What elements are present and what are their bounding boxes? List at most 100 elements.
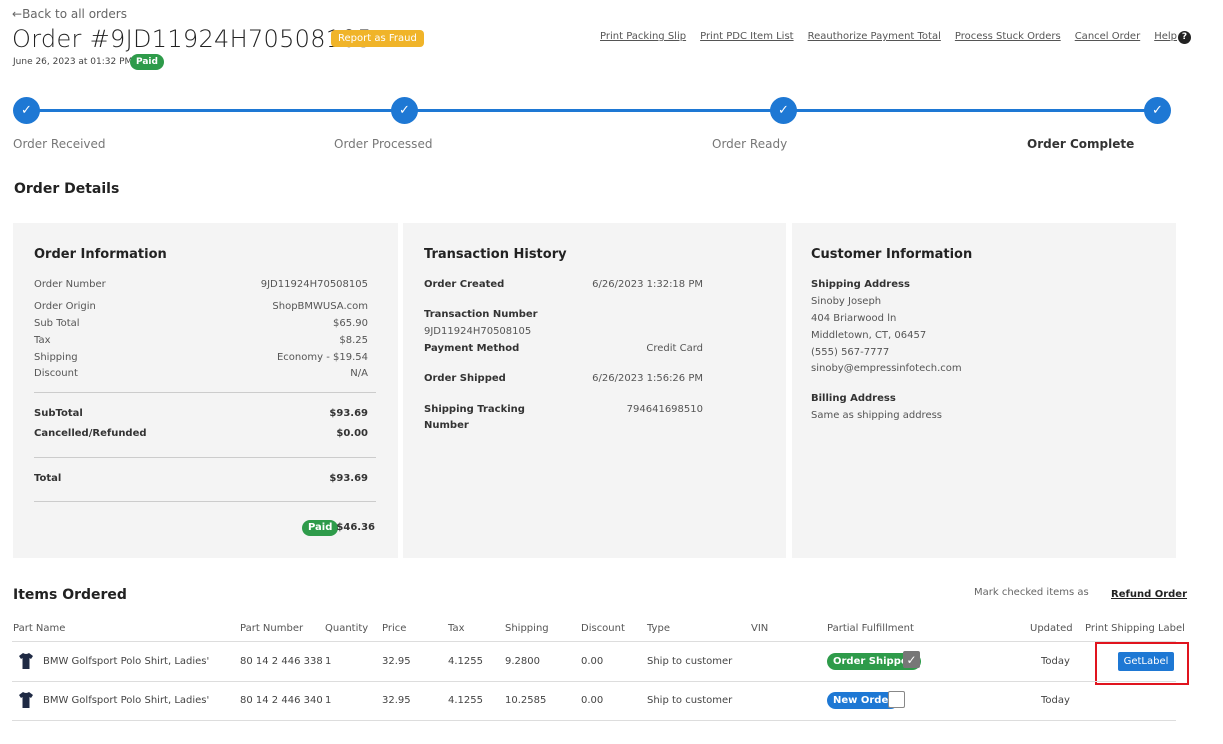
customer-street: 404 Briarwood ln (811, 313, 897, 324)
help-icon[interactable]: ? (1178, 31, 1191, 44)
tracking-number-value: 794641698510 (626, 404, 703, 415)
column-header: Updated (1030, 623, 1073, 634)
column-header: Partial Fulfillment (827, 623, 914, 634)
order-shipped-value: 6/26/2023 1:56:26 PM (592, 373, 703, 384)
order-shipped-label: Order Shipped (424, 373, 506, 384)
cancelled-label: Cancelled/Refunded (34, 428, 147, 439)
discount-value: N/A (350, 368, 368, 379)
subtotal-label: SubTotal (34, 408, 83, 419)
process-stuck-orders-link[interactable]: Process Stuck Orders (955, 31, 1061, 42)
divider (12, 641, 1176, 642)
payment-method-value: Credit Card (646, 343, 703, 354)
items-ordered-heading: Items Ordered (13, 587, 127, 603)
column-header: Price (382, 623, 407, 634)
column-header: Quantity (325, 623, 369, 634)
customer-city: Middletown, CT, 06457 (811, 330, 927, 341)
check-icon: ✓ (770, 97, 797, 124)
mark-items-text: Mark checked items as (974, 587, 1089, 598)
payment-method-label: Payment Method (424, 343, 520, 354)
panel-title: Transaction History (424, 247, 567, 262)
transaction-number-label: Transaction Number (424, 309, 538, 320)
subtotal-value: $93.69 (329, 408, 368, 419)
order-information-panel: Order Information Order Number 9JD11924H… (13, 223, 398, 558)
part-name: BMW Golfsport Polo Shirt, Ladies' (43, 656, 210, 667)
check-icon: ✓ (391, 97, 418, 124)
discount: 0.00 (581, 656, 604, 667)
step-order-received: Order Received (13, 137, 106, 151)
tax: 4.1255 (448, 695, 483, 706)
divider (12, 720, 1176, 721)
shipping-label: Shipping (34, 352, 78, 363)
column-header: VIN (751, 623, 769, 634)
quantity: 1 (325, 695, 332, 706)
price: 32.95 (382, 695, 411, 706)
shirt-icon (19, 653, 33, 669)
divider (34, 392, 376, 393)
type: Ship to customer (647, 695, 733, 706)
step-order-processed: Order Processed (334, 137, 433, 151)
order-created-label: Order Created (424, 279, 505, 290)
divider (34, 457, 376, 458)
tracking-label: Shipping Tracking (424, 404, 525, 415)
cancel-order-link[interactable]: Cancel Order (1075, 31, 1140, 42)
part-name: BMW Golfsport Polo Shirt, Ladies' (43, 695, 210, 706)
page-title: Order #9JD11924H70508105 (12, 25, 373, 53)
updated: Today (1041, 695, 1070, 706)
back-link[interactable]: ←Back to all orders (12, 7, 127, 21)
check-icon: ✓ (906, 653, 917, 667)
shipping-address-label: Shipping Address (811, 279, 910, 290)
tax-label: Tax (34, 335, 51, 346)
shipping-value: Economy - $19.54 (276, 352, 368, 363)
refund-order-link[interactable]: Refund Order (1111, 589, 1187, 600)
partial-fulfillment-checkbox[interactable]: ✓ (903, 651, 920, 668)
partial-fulfillment-checkbox[interactable] (888, 691, 905, 708)
order-date: June 26, 2023 at 01:32 PM Paid (13, 54, 164, 70)
transaction-number-value: 9JD11924H70508105 (424, 326, 532, 337)
divider (12, 681, 1176, 682)
panel-title: Order Information (34, 247, 167, 262)
arrow-left-icon: ← (12, 7, 23, 21)
order-number-label: Order Number (34, 279, 106, 290)
column-header: Type (647, 623, 670, 634)
shirt-icon (19, 692, 33, 708)
customer-email: sinoby@empressinfotech.com (811, 363, 962, 374)
discount: 0.00 (581, 695, 604, 706)
order-origin-label: Order Origin (34, 301, 96, 312)
sub-total-label: Sub Total (34, 318, 80, 329)
column-header: Discount (581, 623, 625, 634)
divider (34, 501, 376, 502)
report-fraud-button[interactable]: Report as Fraud (331, 30, 424, 47)
paid-badge: Paid (130, 54, 164, 70)
part-number: 80 14 2 446 340 (240, 695, 323, 706)
sub-total-value: $65.90 (333, 318, 368, 329)
paid-badge: Paid (302, 520, 339, 536)
price: 32.95 (382, 656, 411, 667)
order-details-heading: Order Details (14, 181, 120, 197)
billing-address-value: Same as shipping address (811, 410, 943, 421)
transaction-history-panel: Transaction History Order Created 6/26/2… (403, 223, 786, 558)
customer-name: Sinoby Joseph (811, 296, 882, 307)
step-order-ready: Order Ready (712, 137, 788, 151)
tax-value: $8.25 (339, 335, 368, 346)
print-packing-slip-link[interactable]: Print Packing Slip (600, 31, 686, 42)
order-created-value: 6/26/2023 1:32:18 PM (592, 279, 703, 290)
order-origin-value: ShopBMWUSA.com (272, 301, 368, 312)
quantity: 1 (325, 656, 332, 667)
reauthorize-payment-link[interactable]: Reauthorize Payment Total (808, 31, 941, 42)
shipping: 9.2800 (505, 656, 540, 667)
cancelled-value: $0.00 (336, 428, 368, 439)
column-header: Print Shipping Label (1085, 623, 1185, 634)
discount-label: Discount (34, 368, 78, 379)
updated: Today (1041, 656, 1070, 667)
customer-phone: (555) 567-7777 (811, 347, 890, 358)
shipping: 10.2585 (505, 695, 547, 706)
step-order-complete: Order Complete (1027, 137, 1135, 151)
tax: 4.1255 (448, 656, 483, 667)
print-pdc-item-list-link[interactable]: Print PDC Item List (700, 31, 794, 42)
help-link[interactable]: Help (1154, 31, 1177, 42)
check-icon: ✓ (1144, 97, 1171, 124)
check-icon: ✓ (13, 97, 40, 124)
column-header: Shipping (505, 623, 549, 634)
customer-information-panel: Customer Information Shipping Address Si… (792, 223, 1176, 558)
total-label: Total (34, 473, 62, 484)
